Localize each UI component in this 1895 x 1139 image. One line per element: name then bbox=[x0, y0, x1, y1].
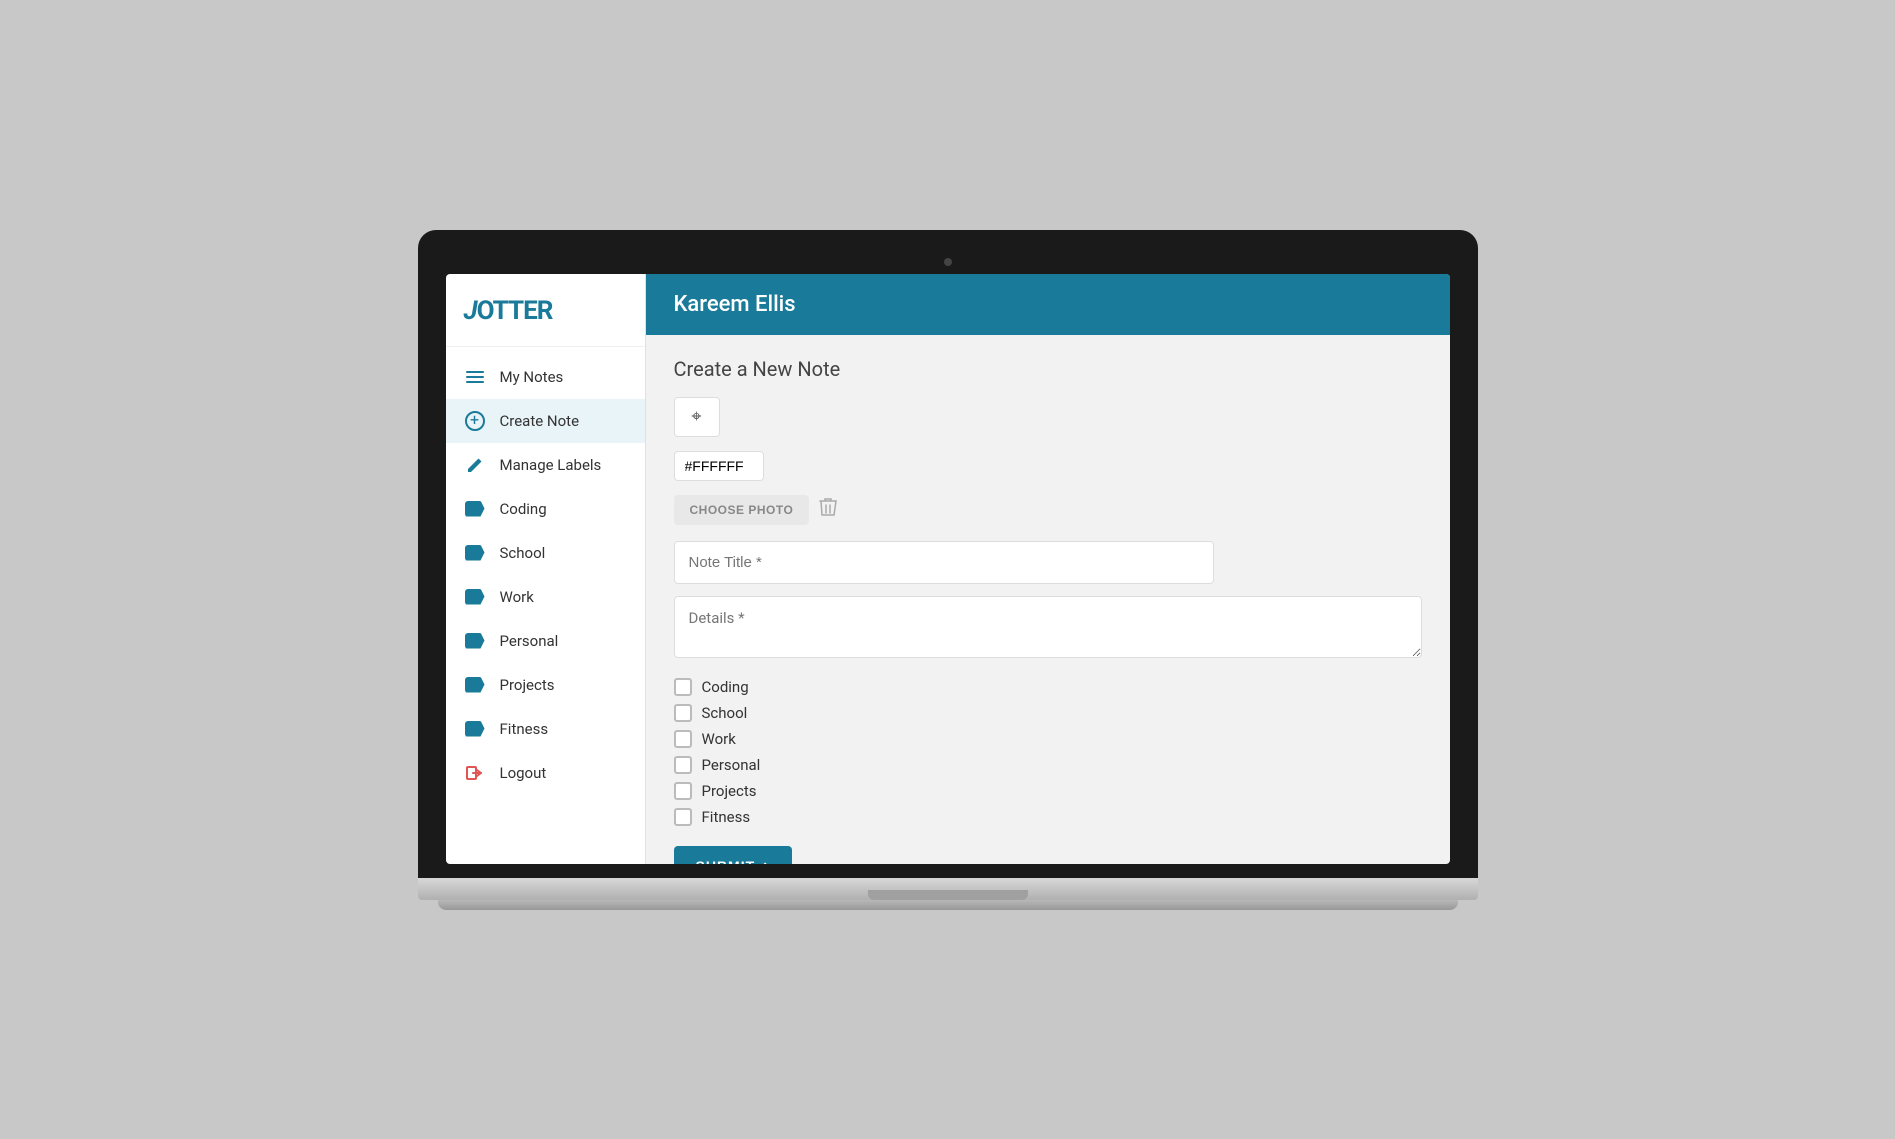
pin-icon: ⌖ bbox=[691, 406, 701, 427]
sidebar-label-fitness: Fitness bbox=[500, 720, 549, 738]
sidebar-label-coding: Coding bbox=[500, 500, 547, 518]
sidebar-label-my-notes: My Notes bbox=[500, 368, 564, 386]
lines-icon bbox=[464, 366, 486, 388]
label-name-personal: Personal bbox=[702, 756, 761, 774]
sidebar: JOTTER My Notes bbox=[446, 274, 646, 864]
color-input[interactable] bbox=[674, 451, 764, 481]
details-textarea[interactable] bbox=[674, 596, 1422, 658]
sidebar-item-personal[interactable]: Personal bbox=[446, 619, 645, 663]
photo-row: CHOOSE PHOTO bbox=[674, 495, 1422, 525]
labels-section: Coding School Work Personal bbox=[674, 678, 1422, 826]
sidebar-item-work[interactable]: Work bbox=[446, 575, 645, 619]
label-checkbox-personal[interactable] bbox=[674, 756, 692, 774]
delete-photo-icon[interactable] bbox=[819, 496, 837, 523]
label-row-school: School bbox=[674, 704, 1422, 722]
sidebar-label-projects: Projects bbox=[500, 676, 555, 694]
note-title-input[interactable] bbox=[674, 541, 1214, 584]
logout-icon bbox=[464, 762, 486, 784]
webcam-icon bbox=[944, 258, 952, 266]
laptop-container: JOTTER My Notes bbox=[418, 230, 1478, 910]
tag-icon-personal bbox=[464, 630, 486, 652]
screen-bezel: JOTTER My Notes bbox=[418, 230, 1478, 878]
laptop-base bbox=[418, 878, 1478, 900]
sidebar-label-work: Work bbox=[500, 588, 534, 606]
label-row-fitness: Fitness bbox=[674, 808, 1422, 826]
sidebar-label-logout: Logout bbox=[500, 764, 547, 782]
submit-button[interactable]: SUBMIT › bbox=[674, 846, 792, 864]
label-name-fitness: Fitness bbox=[702, 808, 751, 826]
label-name-projects: Projects bbox=[702, 782, 757, 800]
sidebar-item-create-note[interactable]: Create Note bbox=[446, 399, 645, 443]
label-checkbox-projects[interactable] bbox=[674, 782, 692, 800]
sidebar-label-school: School bbox=[500, 544, 546, 562]
sidebar-item-school[interactable]: School bbox=[446, 531, 645, 575]
label-checkbox-work[interactable] bbox=[674, 730, 692, 748]
tag-icon-coding bbox=[464, 498, 486, 520]
logo-text: JOTTER bbox=[464, 296, 627, 326]
sidebar-nav: My Notes Create Note bbox=[446, 347, 645, 864]
submit-arrow-icon: › bbox=[763, 857, 769, 864]
pencil-icon bbox=[464, 454, 486, 476]
sidebar-item-manage-labels[interactable]: Manage Labels bbox=[446, 443, 645, 487]
label-row-personal: Personal bbox=[674, 756, 1422, 774]
circle-plus-icon bbox=[464, 410, 486, 432]
color-input-container bbox=[674, 451, 1422, 481]
top-header: Kareem Ellis bbox=[646, 274, 1450, 335]
tag-icon-school bbox=[464, 542, 486, 564]
laptop-foot bbox=[438, 900, 1458, 910]
logo-j: J bbox=[464, 296, 477, 326]
sidebar-item-coding[interactable]: Coding bbox=[446, 487, 645, 531]
label-row-coding: Coding bbox=[674, 678, 1422, 696]
sidebar-label-create-note: Create Note bbox=[500, 412, 580, 430]
page-title: Create a New Note bbox=[674, 357, 1422, 381]
tag-icon-work bbox=[464, 586, 486, 608]
pin-button[interactable]: ⌖ bbox=[674, 397, 720, 437]
label-name-work: Work bbox=[702, 730, 736, 748]
laptop-screen: JOTTER My Notes bbox=[446, 274, 1450, 864]
tag-icon-projects bbox=[464, 674, 486, 696]
label-name-school: School bbox=[702, 704, 748, 722]
header-username: Kareem Ellis bbox=[674, 292, 796, 317]
content-area: Create a New Note ⌖ CHOOSE PHOTO bbox=[646, 335, 1450, 864]
label-checkbox-coding[interactable] bbox=[674, 678, 692, 696]
submit-label: SUBMIT bbox=[696, 858, 756, 864]
sidebar-item-my-notes[interactable]: My Notes bbox=[446, 355, 645, 399]
tag-icon-fitness bbox=[464, 718, 486, 740]
sidebar-label-manage-labels: Manage Labels bbox=[500, 456, 602, 474]
label-name-coding: Coding bbox=[702, 678, 749, 696]
sidebar-item-logout[interactable]: Logout bbox=[446, 751, 645, 795]
label-row-projects: Projects bbox=[674, 782, 1422, 800]
label-checkbox-fitness[interactable] bbox=[674, 808, 692, 826]
sidebar-item-projects[interactable]: Projects bbox=[446, 663, 645, 707]
label-checkbox-school[interactable] bbox=[674, 704, 692, 722]
sidebar-item-fitness[interactable]: Fitness bbox=[446, 707, 645, 751]
choose-photo-button[interactable]: CHOOSE PHOTO bbox=[674, 495, 810, 525]
label-row-work: Work bbox=[674, 730, 1422, 748]
sidebar-label-personal: Personal bbox=[500, 632, 559, 650]
main-content: Kareem Ellis Create a New Note ⌖ CHOOSE … bbox=[646, 274, 1450, 864]
app-logo: JOTTER bbox=[446, 274, 645, 347]
logo-rest: OTTER bbox=[477, 296, 553, 326]
